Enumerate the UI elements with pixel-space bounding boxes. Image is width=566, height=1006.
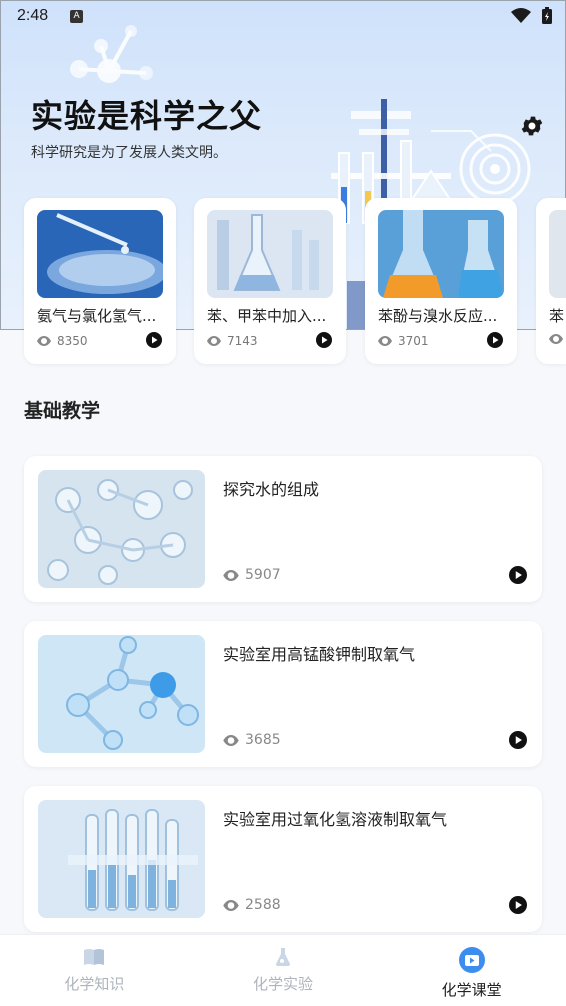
view-count	[549, 334, 563, 344]
featured-card[interactable]: 苯、甲苯中加入... 7143	[194, 198, 346, 364]
featured-card[interactable]: 氨气与氯化氢气... 8350	[24, 198, 176, 364]
lesson-title: 探究水的组成	[223, 480, 320, 499]
status-time: 2:48	[17, 7, 49, 24]
notification-icon: A	[70, 9, 84, 23]
book-icon	[84, 949, 105, 965]
eye-icon	[549, 334, 563, 344]
eye-icon	[378, 336, 392, 346]
lesson-title: 实验室用高锰酸钾制取氧气	[223, 645, 416, 664]
view-count-value: 3685	[245, 732, 281, 748]
featured-thumbnail	[37, 210, 163, 298]
view-count: 2588	[223, 897, 281, 913]
play-button[interactable]	[509, 566, 527, 588]
view-count: 5907	[223, 567, 281, 583]
view-count-value: 5907	[245, 567, 281, 583]
status-bar: 2:48 A	[1, 1, 565, 31]
nav-label: 化学实验	[253, 975, 314, 993]
play-icon	[509, 896, 527, 914]
play-icon	[316, 332, 332, 348]
view-count-value: 3701	[398, 334, 429, 348]
section-title: 基础教学	[24, 400, 101, 422]
play-icon	[509, 566, 527, 584]
featured-title: 苯酚与溴水反应...	[378, 307, 498, 325]
nav-item-chem-classroom[interactable]: 化学课堂	[377, 935, 566, 1006]
video-icon	[458, 947, 485, 973]
nav-item-chem-knowledge[interactable]: 化学知识	[0, 935, 189, 1006]
lesson-title: 实验室用过氧化氢溶液制取氧气	[223, 810, 448, 829]
featured-card[interactable]: 苯酚与溴水反应... 3701	[365, 198, 517, 364]
play-icon	[487, 332, 503, 348]
eye-icon	[207, 336, 221, 346]
view-count: 3701	[378, 334, 429, 348]
lesson-thumbnail	[38, 470, 205, 588]
featured-title: 苯	[549, 307, 565, 325]
view-count-value: 8350	[57, 334, 88, 348]
view-count: 7143	[207, 334, 258, 348]
view-count-value: 2588	[245, 897, 281, 913]
nav-label: 化学课堂	[441, 981, 502, 999]
featured-thumbnail	[378, 210, 504, 298]
featured-thumbnail	[549, 210, 566, 298]
lesson-card[interactable]: 实验室用过氧化氢溶液制取氧气 2588	[24, 786, 542, 932]
nav-label: 化学知识	[64, 975, 125, 993]
play-icon	[509, 731, 527, 749]
bottom-nav: 化学知识 化学实验 化学课堂	[0, 934, 566, 1006]
featured-card[interactable]: 苯	[536, 198, 566, 364]
lesson-card[interactable]: 实验室用高锰酸钾制取氧气 3685	[24, 621, 542, 767]
featured-title: 苯、甲苯中加入...	[207, 307, 327, 325]
play-button[interactable]	[509, 896, 527, 918]
battery-icon	[542, 7, 552, 24]
eye-icon	[223, 569, 239, 581]
play-button[interactable]	[487, 332, 503, 352]
eye-icon	[37, 336, 51, 346]
flask-icon	[276, 948, 290, 966]
lesson-thumbnail	[38, 800, 205, 918]
view-count-value: 7143	[227, 334, 258, 348]
nav-item-chem-experiment[interactable]: 化学实验	[189, 935, 378, 1006]
play-icon	[146, 332, 162, 348]
featured-thumbnail	[207, 210, 333, 298]
gear-icon	[521, 116, 543, 136]
view-count: 8350	[37, 334, 88, 348]
settings-button[interactable]	[517, 111, 547, 141]
hero-subtitle: 科学研究是为了发展人类文明。	[31, 145, 227, 161]
lesson-card[interactable]: 探究水的组成 5907	[24, 456, 542, 602]
wifi-icon	[511, 8, 531, 23]
eye-icon	[223, 734, 239, 746]
hero-title: 实验是科学之父	[31, 97, 263, 135]
featured-title: 氨气与氯化氢气...	[37, 307, 157, 325]
play-button[interactable]	[146, 332, 162, 352]
play-button[interactable]	[509, 731, 527, 753]
view-count: 3685	[223, 732, 281, 748]
eye-icon	[223, 899, 239, 911]
lesson-thumbnail	[38, 635, 205, 753]
play-button[interactable]	[316, 332, 332, 352]
